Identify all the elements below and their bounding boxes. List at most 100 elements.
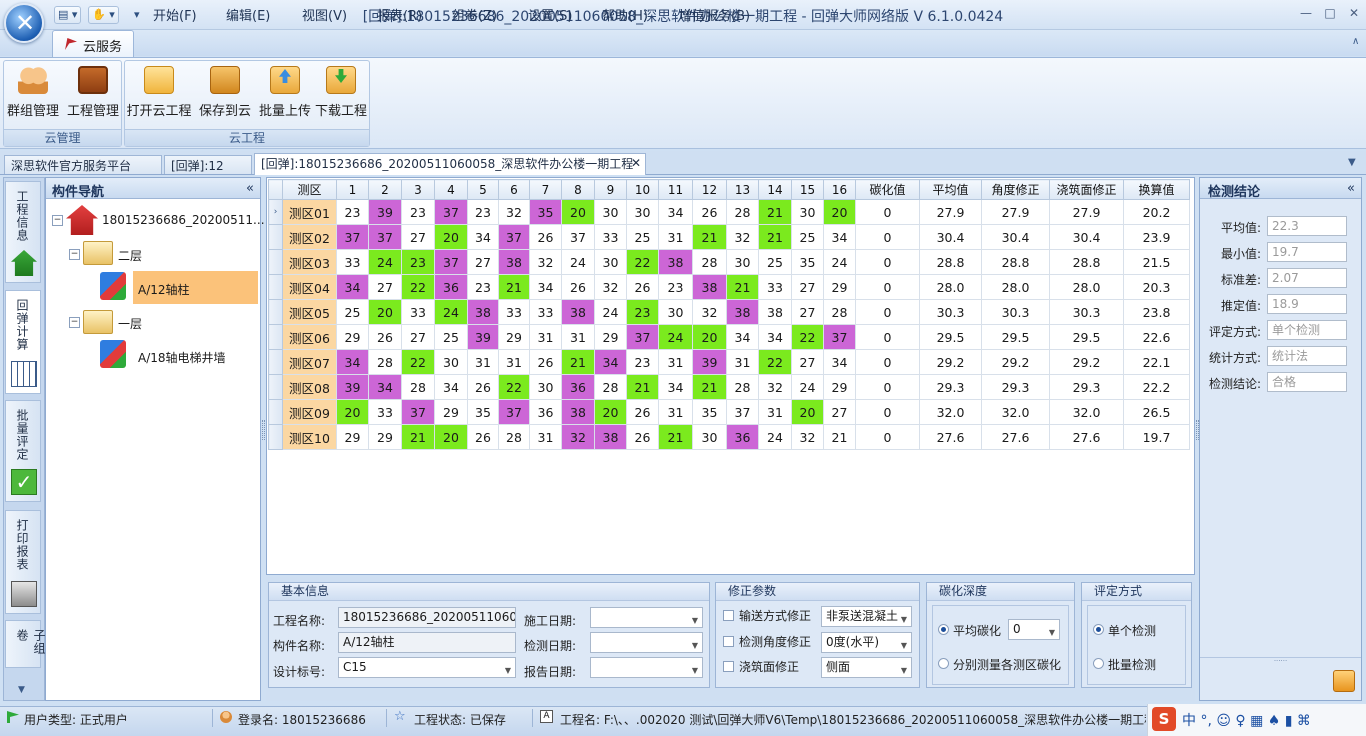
side-tab-sub-volume[interactable]: 子组卷 bbox=[5, 620, 46, 668]
grid-cell-reading[interactable]: 33 bbox=[594, 224, 627, 250]
grid-cell-pour[interactable]: 30.4 bbox=[1049, 224, 1124, 250]
grid-cell-reading[interactable]: 22 bbox=[758, 349, 792, 375]
grid-cell-reading[interactable]: 36 bbox=[726, 424, 759, 450]
grid-cell-carb[interactable]: 0 bbox=[855, 324, 920, 350]
grid-cell-reading[interactable]: 21 bbox=[726, 274, 759, 300]
tree-node-floor2[interactable]: 二层 bbox=[118, 247, 142, 264]
grid-cell-avg[interactable]: 29.2 bbox=[919, 349, 982, 375]
doc-tab-active-project[interactable]: [回弹]:18015236686_20200511060058_深思软件办公楼一… bbox=[254, 153, 646, 175]
grid-cell-angle[interactable]: 30.3 bbox=[981, 299, 1050, 325]
grid-col-header[interactable]: 14 bbox=[758, 179, 792, 200]
grid-cell-angle[interactable]: 30.4 bbox=[981, 224, 1050, 250]
grid-cell-reading[interactable]: 27 bbox=[368, 274, 402, 300]
grid-cell-reading[interactable]: 38 bbox=[467, 299, 499, 325]
grid-cell-carb[interactable]: 0 bbox=[855, 224, 920, 250]
grid-cell-pour[interactable]: 28.8 bbox=[1049, 249, 1124, 275]
grid-cell-reading[interactable]: 21 bbox=[692, 224, 727, 250]
grid-cell-reading[interactable]: 34 bbox=[658, 374, 693, 400]
grid-cell-reading[interactable]: 30 bbox=[594, 249, 627, 275]
grid-cell-reading[interactable]: 32 bbox=[498, 199, 530, 225]
grid-cell-reading[interactable]: 28 bbox=[401, 374, 435, 400]
grid-cell-reading[interactable]: 27 bbox=[791, 299, 824, 325]
open-cloud-project-button[interactable]: 打开云工程 bbox=[126, 64, 192, 120]
conclusion-value-field[interactable]: 合格 bbox=[1267, 372, 1347, 392]
grid-cell-area[interactable]: 测区08 bbox=[282, 374, 337, 400]
side-tab-scroll-down-icon[interactable]: ▼ bbox=[18, 685, 25, 695]
grid-cell-reading[interactable]: 39 bbox=[336, 374, 369, 400]
grid-cell-reading[interactable]: 35 bbox=[791, 249, 824, 275]
grid-cell-area[interactable]: 测区05 bbox=[282, 299, 337, 325]
grid-cell-reading[interactable]: 34 bbox=[758, 324, 792, 350]
report-date-picker[interactable]: ▼ bbox=[590, 657, 703, 678]
grid-cell-reading[interactable]: 29 bbox=[336, 424, 369, 450]
grid-cell-reading[interactable]: 24 bbox=[434, 299, 468, 325]
grid-cell-reading[interactable]: 37 bbox=[726, 399, 759, 425]
grid-cell-reading[interactable]: 37 bbox=[561, 224, 595, 250]
side-tab-batch-eval[interactable]: 批量评定 ✓ bbox=[5, 400, 41, 502]
side-tab-project-info[interactable]: 工程信息 bbox=[5, 181, 41, 283]
grid-cell-reading[interactable]: 31 bbox=[726, 349, 759, 375]
grid-cell-reading[interactable]: 31 bbox=[498, 349, 530, 375]
grid-cell-reading[interactable]: 32 bbox=[726, 224, 759, 250]
grid-cell-angle[interactable]: 27.6 bbox=[981, 424, 1050, 450]
grid-cell-pour[interactable]: 27.9 bbox=[1049, 199, 1124, 225]
grid-cell-reading[interactable]: 23 bbox=[401, 199, 435, 225]
grid-cell-reading[interactable]: 28 bbox=[594, 374, 627, 400]
tree-collapse-floor1-icon[interactable]: − bbox=[69, 317, 80, 328]
grid-row[interactable]: 测区08 39 34 28 34 26 22 30 36 28 21 34 21 28 32 24 29 0 29.… bbox=[268, 374, 1190, 400]
grid-cell-carb[interactable]: 0 bbox=[855, 374, 920, 400]
tab-list-dropdown-icon[interactable]: ▼ bbox=[1348, 157, 1356, 168]
grid-row[interactable]: 测区06 29 26 27 25 39 29 31 31 29 37 24 20 34 34 22 37 0 29.… bbox=[268, 324, 1190, 350]
grid-cell-reading[interactable]: 35 bbox=[529, 199, 562, 225]
grid-cell-reading[interactable]: 33 bbox=[529, 299, 562, 325]
menu-volume[interactable]: 组卷(Z) bbox=[452, 5, 497, 24]
grid-cell-reading[interactable]: 23 bbox=[467, 199, 499, 225]
grid-cell-reading[interactable]: 24 bbox=[561, 249, 595, 275]
grid-cell-reading[interactable]: 37 bbox=[498, 399, 530, 425]
menu-start[interactable]: 开始(F) bbox=[153, 5, 197, 24]
grid-cell-reading[interactable]: 34 bbox=[594, 349, 627, 375]
grid-cell-conv[interactable]: 22.6 bbox=[1123, 324, 1190, 350]
conclusion-value-field[interactable]: 22.3 bbox=[1267, 216, 1347, 236]
grid-cell-pour[interactable]: 32.0 bbox=[1049, 399, 1124, 425]
grid-col-header[interactable]: 测区 bbox=[282, 179, 337, 200]
grid-cell-avg[interactable]: 28.8 bbox=[919, 249, 982, 275]
grid-cell-reading[interactable]: 21 bbox=[823, 424, 856, 450]
save-to-cloud-button[interactable]: 保存到云 bbox=[195, 64, 255, 120]
tree-node-floor1[interactable]: 一层 bbox=[118, 315, 142, 332]
grid-cell-reading[interactable]: 38 bbox=[561, 299, 595, 325]
tree-node-project[interactable]: 18015236686_20200511... bbox=[102, 213, 265, 227]
grid-cell-reading[interactable]: 28 bbox=[692, 249, 727, 275]
menu-help[interactable]: 帮助(H) bbox=[602, 5, 648, 24]
grid-cell-reading[interactable]: 27 bbox=[401, 324, 435, 350]
grid-cell-reading[interactable]: 39 bbox=[467, 324, 499, 350]
grid-cell-reading[interactable]: 36 bbox=[561, 374, 595, 400]
grid-cell-reading[interactable]: 20 bbox=[434, 224, 468, 250]
grid-cell-area[interactable]: 测区07 bbox=[282, 349, 337, 375]
grid-cell-pour[interactable]: 30.3 bbox=[1049, 299, 1124, 325]
grid-cell-reading[interactable]: 20 bbox=[791, 399, 824, 425]
grid-cell-reading[interactable]: 28 bbox=[368, 349, 402, 375]
grid-row[interactable]: 测区03 33 24 23 37 27 38 32 24 30 22 38 28 30 25 35 24 0 28.… bbox=[268, 249, 1190, 275]
grid-cell-reading[interactable]: 30 bbox=[529, 374, 562, 400]
grid-cell-reading[interactable]: 21 bbox=[626, 374, 659, 400]
test-date-picker[interactable]: ▼ bbox=[590, 632, 703, 653]
grid-cell-reading[interactable]: 37 bbox=[434, 249, 468, 275]
grid-cell-pour[interactable]: 29.5 bbox=[1049, 324, 1124, 350]
grid-row[interactable]: › 测区01 23 39 23 37 23 32 35 20 30 30 34 26 28 21 30 20 0 27… bbox=[268, 199, 1190, 225]
grid-cell-reading[interactable]: 32 bbox=[561, 424, 595, 450]
grid-cell-angle[interactable]: 28.8 bbox=[981, 249, 1050, 275]
row-indicator[interactable] bbox=[268, 349, 283, 375]
grid-cell-reading[interactable]: 34 bbox=[823, 349, 856, 375]
ime-toolbar[interactable]: S 中 °, ☺ ♀ ▦ ♠ ▮ ⌘ bbox=[1147, 704, 1366, 736]
grid-cell-avg[interactable]: 30.4 bbox=[919, 224, 982, 250]
grid-cell-reading[interactable]: 37 bbox=[336, 224, 369, 250]
menu-value-added[interactable]: 增值服务(B) bbox=[679, 5, 750, 24]
row-indicator[interactable] bbox=[268, 249, 283, 275]
grid-cell-reading[interactable]: 20 bbox=[561, 199, 595, 225]
grid-cell-reading[interactable]: 31 bbox=[529, 424, 562, 450]
grid-cell-conv[interactable]: 23.8 bbox=[1123, 299, 1190, 325]
grid-cell-reading[interactable]: 27 bbox=[791, 274, 824, 300]
design-grade-select[interactable]: C15 ▼ bbox=[338, 657, 516, 678]
grid-cell-conv[interactable]: 19.7 bbox=[1123, 424, 1190, 450]
